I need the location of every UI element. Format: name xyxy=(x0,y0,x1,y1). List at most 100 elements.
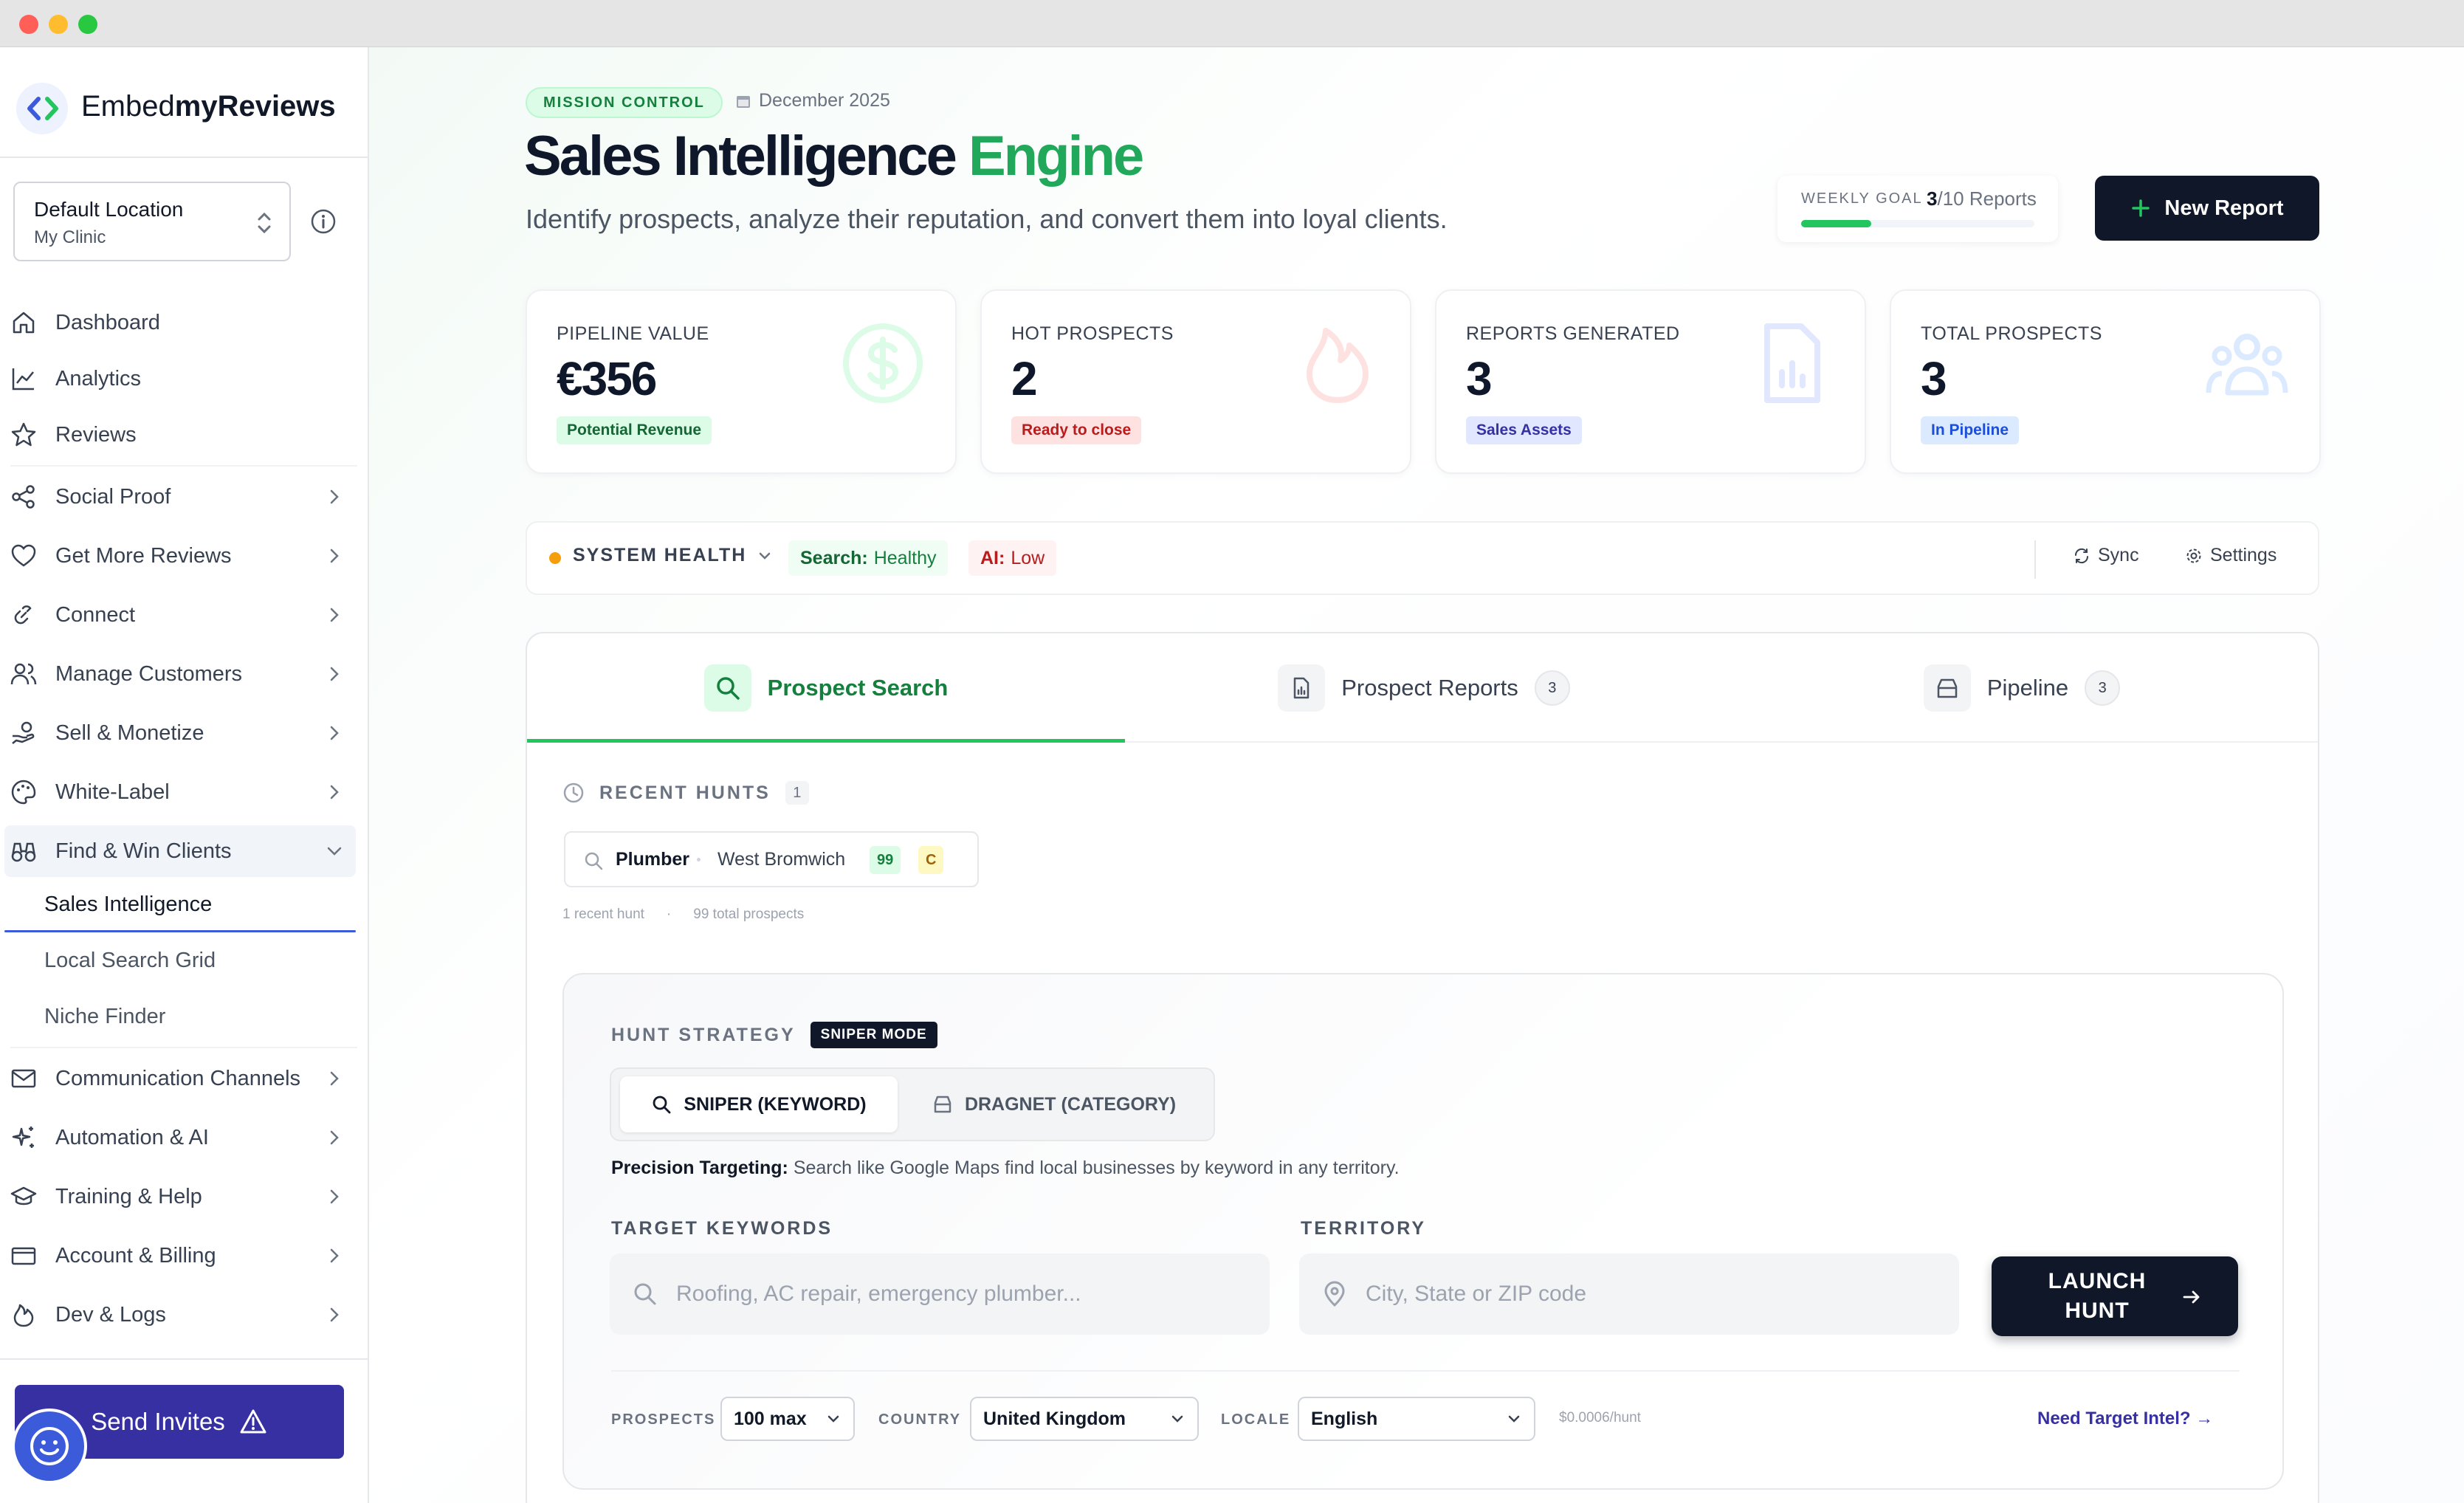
nav-dev-logs[interactable]: Dev & Logs xyxy=(0,1289,369,1341)
prospects-select[interactable]: 100 max xyxy=(720,1397,855,1441)
nav-social-proof[interactable]: Social Proof xyxy=(0,471,369,523)
sidebar: EmbedmyReviews Default Location My Clini… xyxy=(0,47,369,1503)
close-window-button[interactable] xyxy=(19,15,38,34)
chevron-right-icon xyxy=(330,608,339,622)
launch-hunt-button[interactable]: LAUNCH HUNT xyxy=(1992,1256,2238,1336)
hunt-strategy-label: HUNT STRATEGY xyxy=(611,1024,796,1045)
tab-prospect-search[interactable]: Prospect Search xyxy=(527,633,1125,743)
brand-name[interactable]: EmbedmyReviews xyxy=(81,90,336,123)
nav-analytics[interactable]: Analytics xyxy=(0,353,369,405)
kpi-pill: Potential Revenue xyxy=(557,416,712,444)
nav-account-billing-label: Account & Billing xyxy=(55,1243,216,1268)
nav-connect[interactable]: Connect xyxy=(0,589,369,641)
line-chart-icon xyxy=(9,364,38,393)
tab-count-badge: 3 xyxy=(1534,670,1570,706)
launch-hunt-label: LAUNCH HUNT xyxy=(2048,1269,2147,1323)
nav-social-proof-label: Social Proof xyxy=(55,484,171,509)
locale-select[interactable]: English xyxy=(1298,1397,1535,1441)
flame-icon xyxy=(9,1300,38,1330)
tab-count-badge: 3 xyxy=(2085,670,2121,706)
kpi-value: €356 xyxy=(557,352,657,405)
locale-value: English xyxy=(1311,1408,1378,1429)
nav-training-help-label: Training & Help xyxy=(55,1184,202,1208)
hunt-grade-badge: C xyxy=(918,846,944,874)
kpi-pill: Ready to close xyxy=(1011,416,1142,444)
nav-reviews[interactable]: Reviews xyxy=(0,409,369,461)
system-health-toggle[interactable]: SYSTEM HEALTH xyxy=(573,545,773,566)
nav-manage-customers[interactable]: Manage Customers xyxy=(0,648,369,700)
hunt-score-badge: 99 xyxy=(870,846,901,874)
sync-button[interactable]: Sync xyxy=(2073,545,2139,566)
prospects-label: PROSPECTS xyxy=(611,1411,716,1428)
location-selector[interactable]: Default Location My Clinic xyxy=(13,182,291,261)
nav-automation-ai-label: Automation & AI xyxy=(55,1125,209,1149)
strategy-option-dragnet-label: DRAGNET (CATEGORY) xyxy=(964,1093,1177,1115)
territory-label: TERRITORY xyxy=(1301,1218,1427,1239)
nav-sub-sales-intelligence[interactable]: Sales Intelligence xyxy=(0,878,369,930)
page-subtitle: Identify prospects, analyze their reputa… xyxy=(526,204,1448,234)
country-select[interactable]: United Kingdom xyxy=(970,1397,1199,1441)
kpi-label: TOTAL PROSPECTS xyxy=(1921,323,2102,344)
nav-communication-channels[interactable]: Communication Channels xyxy=(0,1053,369,1104)
nav-automation-ai[interactable]: Automation & AI xyxy=(0,1112,369,1163)
users-icon xyxy=(9,659,38,689)
nav-reviews-label: Reviews xyxy=(55,422,137,447)
strategy-option-sniper[interactable]: SNIPER (KEYWORD) xyxy=(620,1076,898,1132)
nav-get-more-reviews[interactable]: Get More Reviews xyxy=(0,530,369,582)
target-keywords-input[interactable]: Roofing, AC repair, emergency plumber... xyxy=(610,1253,1270,1335)
nav-training-help[interactable]: Training & Help xyxy=(0,1171,369,1222)
tab-label: Prospect Reports xyxy=(1341,675,1518,701)
sync-label: Sync xyxy=(2098,545,2139,565)
search-icon xyxy=(634,1283,656,1305)
nav-find-win-clients-label: Find & Win Clients xyxy=(55,839,232,863)
credit-card-icon xyxy=(9,1241,38,1270)
nav-sub-local-search-grid-label: Local Search Grid xyxy=(44,948,216,972)
nav-sell-monetize[interactable]: Sell & Monetize xyxy=(0,707,369,759)
system-health-label: SYSTEM HEALTH xyxy=(573,545,747,565)
chevron-right-icon xyxy=(330,1071,339,1086)
health-status-dot xyxy=(549,552,561,564)
minimize-window-button[interactable] xyxy=(49,15,68,34)
send-invites-label: Send Invites xyxy=(91,1408,225,1435)
heart-icon xyxy=(9,541,38,571)
hunt-strategy-panel: HUNT STRATEGY SNIPER MODE SNIPER (KEYWOR… xyxy=(562,973,2284,1490)
chevron-right-icon xyxy=(330,1248,339,1263)
graduation-cap-icon xyxy=(9,1182,38,1211)
territory-input[interactable]: City, State or ZIP code xyxy=(1299,1253,1959,1335)
warning-icon xyxy=(240,1409,266,1434)
arrow-right-icon xyxy=(2183,1290,2200,1304)
link-icon xyxy=(9,600,38,630)
kpi-label: HOT PROSPECTS xyxy=(1011,323,1174,344)
new-report-label: New Report xyxy=(2164,196,2284,220)
nav-find-win-clients[interactable]: Find & Win Clients xyxy=(4,825,356,877)
info-icon[interactable] xyxy=(310,208,337,235)
recent-hunts-header: RECENT HUNTS 1 xyxy=(562,781,809,805)
nav-analytics-label: Analytics xyxy=(55,366,142,391)
nav-dashboard[interactable]: Dashboard xyxy=(0,297,369,348)
new-report-button[interactable]: New Report xyxy=(2095,176,2319,241)
active-indicator xyxy=(4,930,356,932)
map-pin-icon xyxy=(1324,1281,1345,1307)
mail-icon xyxy=(9,1064,38,1093)
tab-prospect-reports[interactable]: Prospect Reports 3 xyxy=(1125,633,1723,743)
search-icon xyxy=(703,664,751,712)
strategy-option-dragnet[interactable]: DRAGNET (CATEGORY) xyxy=(906,1076,1202,1132)
nav-sub-niche-finder-label: Niche Finder xyxy=(44,1004,166,1028)
need-target-intel-link[interactable]: Need Target Intel? → xyxy=(2037,1409,2213,1429)
nav-sub-niche-finder[interactable]: Niche Finder xyxy=(0,991,369,1042)
recent-hunt-chip[interactable]: Plumber West Bromwich 99 C xyxy=(564,831,979,887)
nav-account-billing[interactable]: Account & Billing xyxy=(0,1230,369,1282)
nav-sub-local-search-grid[interactable]: Local Search Grid xyxy=(0,935,369,986)
settings-button[interactable]: Settings xyxy=(2185,545,2277,566)
header-date-text: December 2025 xyxy=(759,90,890,111)
tab-pipeline[interactable]: Pipeline 3 xyxy=(1723,633,2321,743)
nav-white-label[interactable]: White-Label xyxy=(0,766,369,818)
palette-icon xyxy=(9,777,38,807)
chat-support-button[interactable] xyxy=(12,1409,87,1484)
chevron-right-icon xyxy=(330,726,339,740)
chevron-right-icon xyxy=(330,548,339,563)
strategy-description: Precision Targeting: Search like Google … xyxy=(611,1158,1400,1178)
maximize-window-button[interactable] xyxy=(78,15,97,34)
nav-white-label-label: White-Label xyxy=(55,780,170,804)
dollar-icon xyxy=(843,323,923,403)
